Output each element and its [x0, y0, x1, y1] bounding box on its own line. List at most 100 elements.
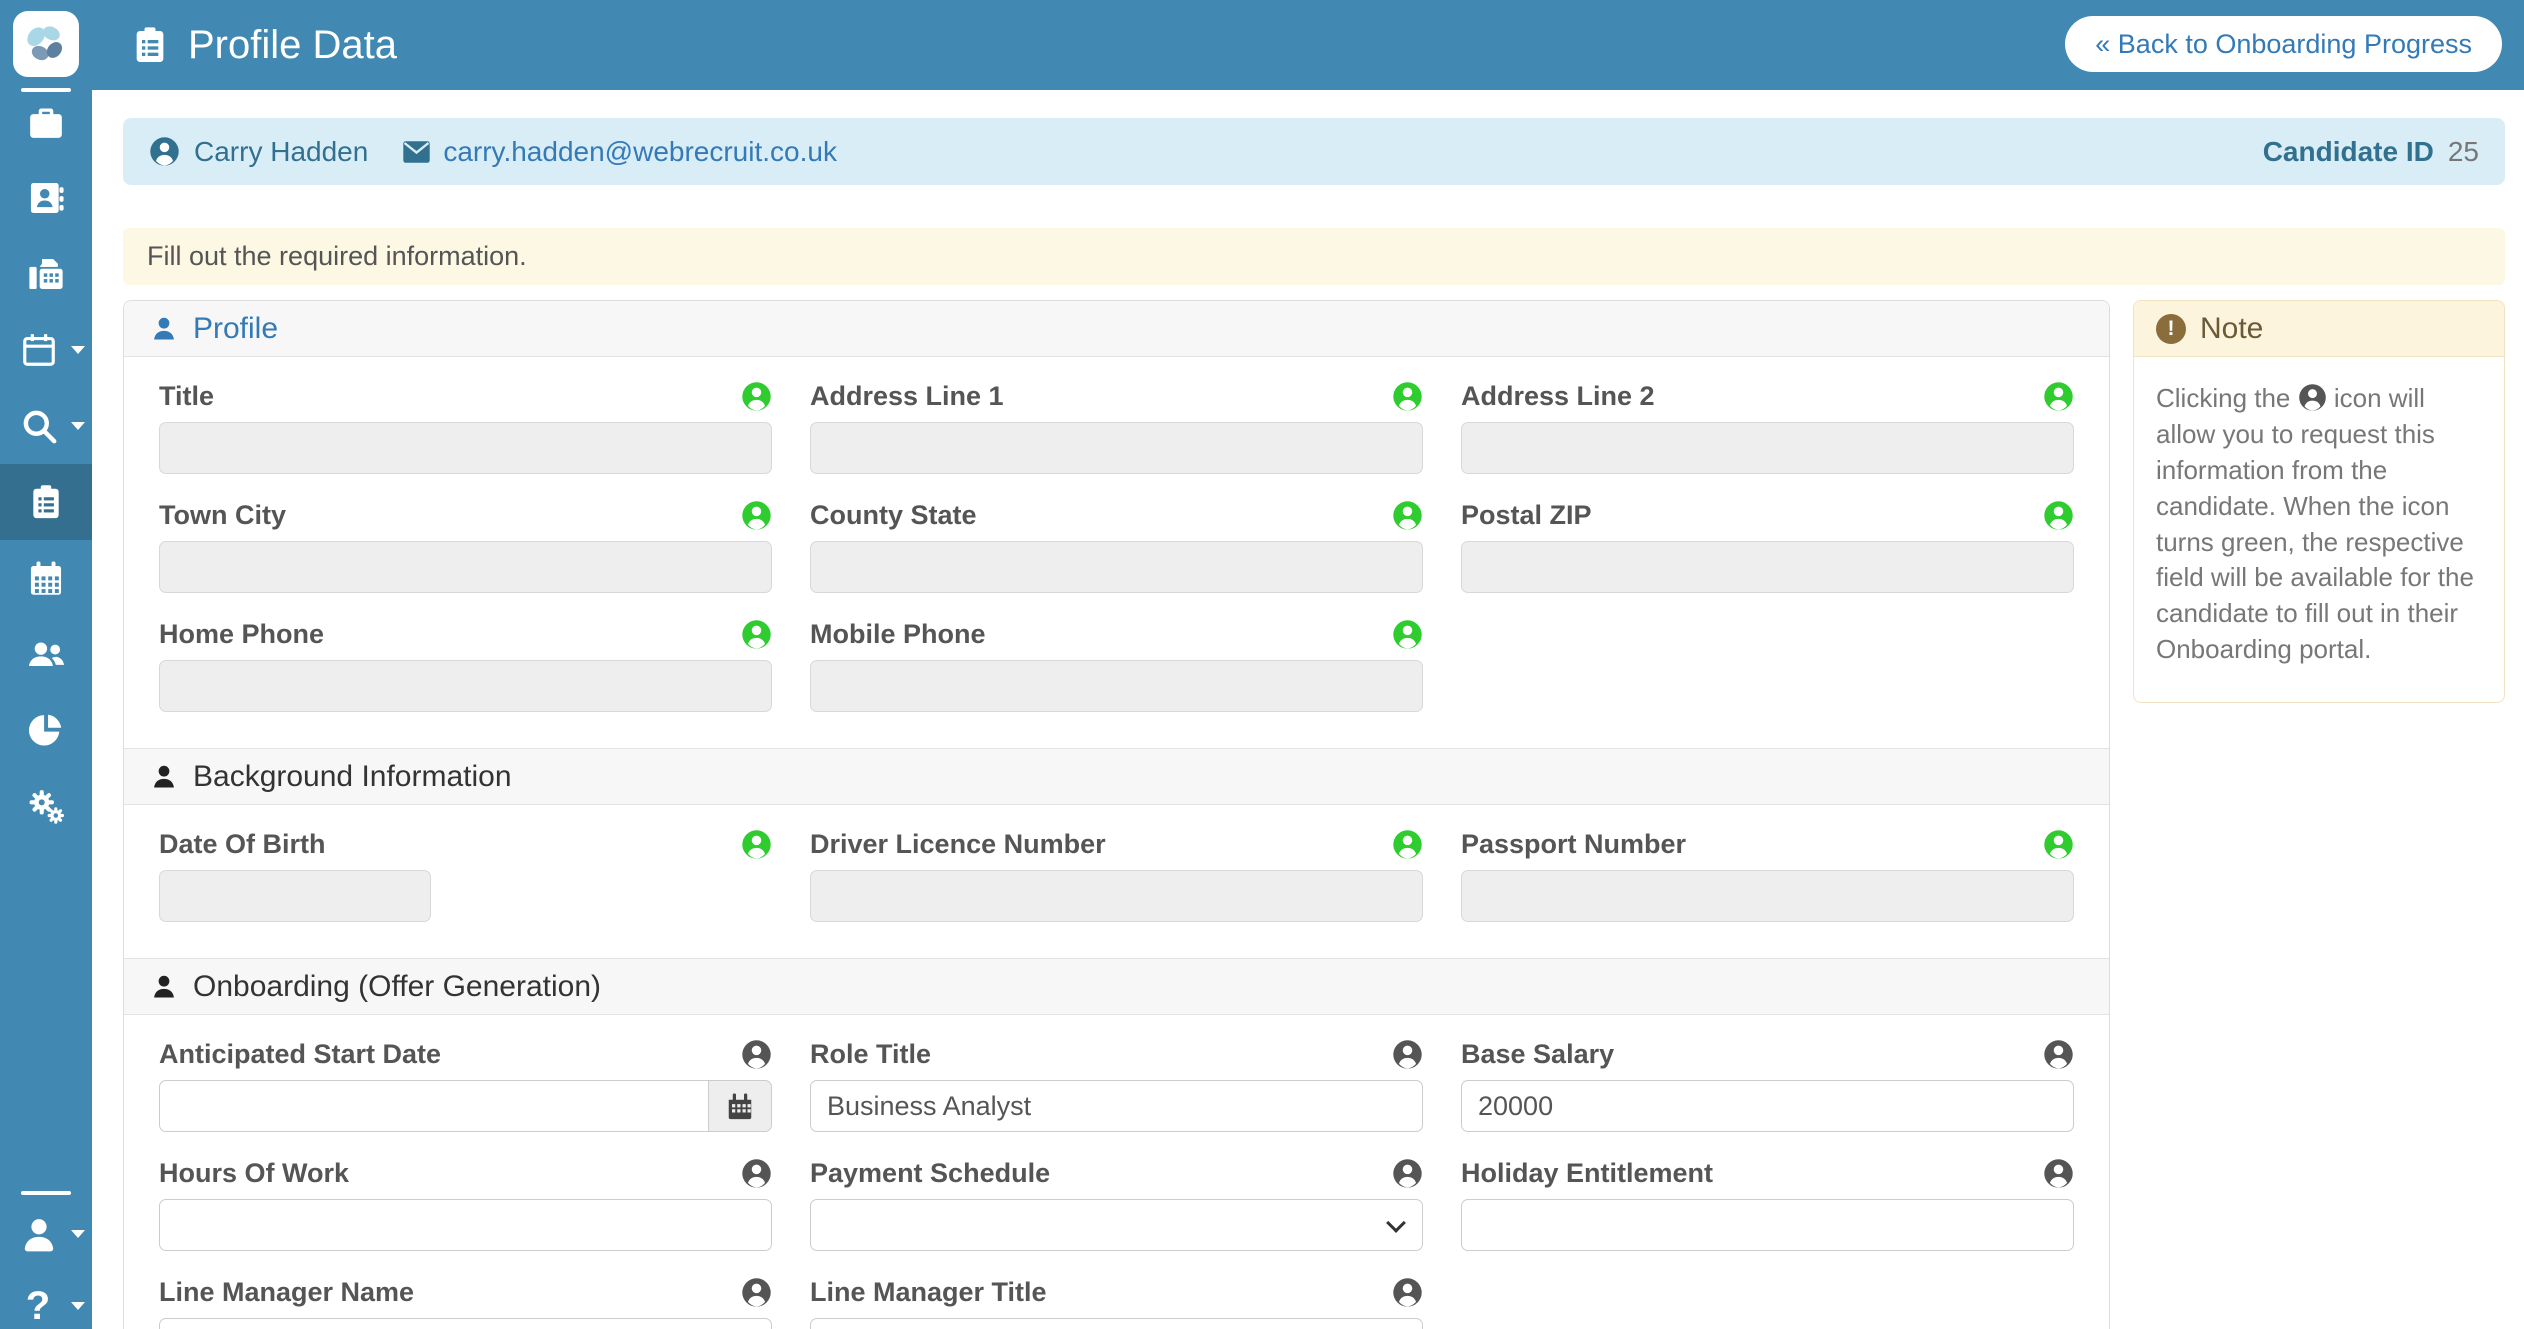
person-icon [150, 973, 178, 1001]
sidebar-item-reports[interactable] [0, 692, 92, 768]
sidebar-divider [21, 1191, 71, 1195]
onboarding-fields: Anticipated Start Date [124, 1015, 2109, 1329]
caret-down-icon [71, 422, 85, 430]
candidate-name: Carry Hadden [194, 136, 368, 168]
gears-icon [27, 787, 65, 825]
section-header-background-information: Background Information [124, 748, 2109, 805]
candidate-name-group: Carry Hadden [149, 136, 368, 168]
note-text-after: icon will allow you to request this info… [2156, 383, 2474, 664]
caret-down-icon [71, 346, 85, 354]
sidebar-item-onboarding-active[interactable] [0, 464, 92, 540]
request-from-candidate-icon[interactable] [1392, 619, 1423, 650]
passport-number-input [1461, 870, 2074, 922]
field-label: Home Phone [159, 619, 324, 650]
field-passport-number: Passport Number [1461, 829, 2074, 922]
question-icon: ? [26, 1284, 50, 1329]
line-manager-title-input[interactable] [810, 1318, 1423, 1329]
sidebar-item-jobs[interactable] [0, 84, 92, 160]
field-label: Payment Schedule [810, 1158, 1050, 1189]
hours-of-work-input[interactable] [159, 1199, 772, 1251]
request-from-candidate-icon[interactable] [1392, 500, 1423, 531]
sidebar-item-help-menu[interactable]: ? [0, 1270, 92, 1329]
request-from-candidate-icon[interactable] [741, 1277, 772, 1308]
request-from-candidate-icon[interactable] [1392, 381, 1423, 412]
sidebar-item-schedule[interactable] [0, 540, 92, 616]
butterfly-logo-icon [20, 18, 72, 70]
clipboard-icon [130, 25, 170, 65]
request-from-candidate-icon[interactable] [2043, 500, 2074, 531]
request-from-candidate-icon[interactable] [741, 619, 772, 650]
sidebar-item-users[interactable] [0, 616, 92, 692]
payment-schedule-select[interactable] [810, 1199, 1423, 1251]
user-icon [20, 1215, 58, 1253]
caret-down-icon [71, 1302, 85, 1310]
base-salary-input[interactable] [1461, 1080, 2074, 1132]
caret-down-icon [71, 1230, 85, 1238]
profile-fields: Title Address Line 1 [124, 357, 2109, 748]
search-icon [20, 407, 58, 445]
holiday-entitlement-input[interactable] [1461, 1199, 2074, 1251]
field-county-state: County State [810, 500, 1423, 593]
request-from-candidate-icon[interactable] [2043, 381, 2074, 412]
field-label: Address Line 2 [1461, 381, 1655, 412]
sidebar-item-candidates[interactable] [0, 160, 92, 236]
note-header: ! Note [2134, 301, 2504, 357]
envelope-icon [402, 140, 431, 164]
field-postal-zip: Postal ZIP [1461, 500, 2074, 593]
candidate-email-link[interactable]: carry.hadden@webrecruit.co.uk [402, 136, 837, 168]
main-content: Carry Hadden carry.hadden@webrecruit.co.… [92, 90, 2524, 1329]
app-logo[interactable] [13, 11, 79, 77]
request-from-candidate-icon[interactable] [2043, 1039, 2074, 1070]
request-from-candidate-icon[interactable] [2043, 1158, 2074, 1189]
section-header-profile: Profile [124, 301, 2109, 357]
anticipated-start-date-input[interactable] [159, 1080, 708, 1132]
request-from-candidate-icon[interactable] [1392, 1039, 1423, 1070]
candidate-info-bar: Carry Hadden carry.hadden@webrecruit.co.… [123, 118, 2505, 185]
request-from-candidate-icon[interactable] [2043, 829, 2074, 860]
sidebar-item-search-menu[interactable] [0, 388, 92, 464]
request-from-candidate-icon[interactable] [1392, 829, 1423, 860]
sidebar-item-settings[interactable] [0, 768, 92, 844]
candidate-email: carry.hadden@webrecruit.co.uk [443, 136, 837, 168]
profile-data-page: ? Profile Data « Back to Onboarding Prog… [0, 0, 2524, 1329]
request-from-candidate-icon[interactable] [741, 381, 772, 412]
field-holiday-entitlement: Holiday Entitlement [1461, 1158, 2074, 1251]
back-to-onboarding-button[interactable]: « Back to Onboarding Progress [2065, 16, 2502, 72]
request-from-candidate-icon[interactable] [1392, 1277, 1423, 1308]
field-town-city: Town City [159, 500, 772, 593]
fax-icon [27, 255, 65, 293]
background-fields: Date Of Birth Driver Licence Number [124, 805, 2109, 958]
sidebar-item-account-menu[interactable] [0, 1198, 92, 1270]
sidebar-item-calendar-menu[interactable] [0, 312, 92, 388]
alert-text: Fill out the required information. [147, 241, 527, 272]
candidate-id-value: 25 [2448, 136, 2479, 168]
request-from-candidate-icon[interactable] [741, 1039, 772, 1070]
line-manager-name-input[interactable] [159, 1318, 772, 1329]
note-panel: ! Note Clicking the icon will allow you … [2133, 300, 2505, 703]
calendar-icon [20, 331, 58, 369]
request-from-candidate-icon[interactable] [741, 1158, 772, 1189]
request-from-candidate-icon[interactable] [1392, 1158, 1423, 1189]
field-anticipated-start-date: Anticipated Start Date [159, 1039, 772, 1132]
note-title: Note [2200, 312, 2263, 346]
candidate-id-label: Candidate ID [2263, 136, 2434, 168]
request-from-candidate-icon[interactable] [741, 500, 772, 531]
pie-chart-icon [27, 711, 65, 749]
section-title: Profile [193, 312, 278, 346]
field-home-phone: Home Phone [159, 619, 772, 712]
field-driver-licence-number: Driver Licence Number [810, 829, 1423, 922]
field-label: Date Of Birth [159, 829, 326, 860]
sidebar-item-fax[interactable] [0, 236, 92, 312]
field-label: Anticipated Start Date [159, 1039, 441, 1070]
field-line-manager-name: Line Manager Name [159, 1277, 772, 1329]
date-of-birth-input [159, 870, 431, 922]
field-label: Line Manager Title [810, 1277, 1047, 1308]
person-icon [150, 315, 178, 343]
field-label: Base Salary [1461, 1039, 1614, 1070]
note-text-before: Clicking the [2156, 383, 2290, 413]
role-title-input[interactable] [810, 1080, 1423, 1132]
note-body: Clicking the icon will allow you to requ… [2134, 357, 2504, 702]
date-picker-button[interactable] [708, 1080, 772, 1132]
request-from-candidate-icon[interactable] [741, 829, 772, 860]
field-label: Line Manager Name [159, 1277, 414, 1308]
